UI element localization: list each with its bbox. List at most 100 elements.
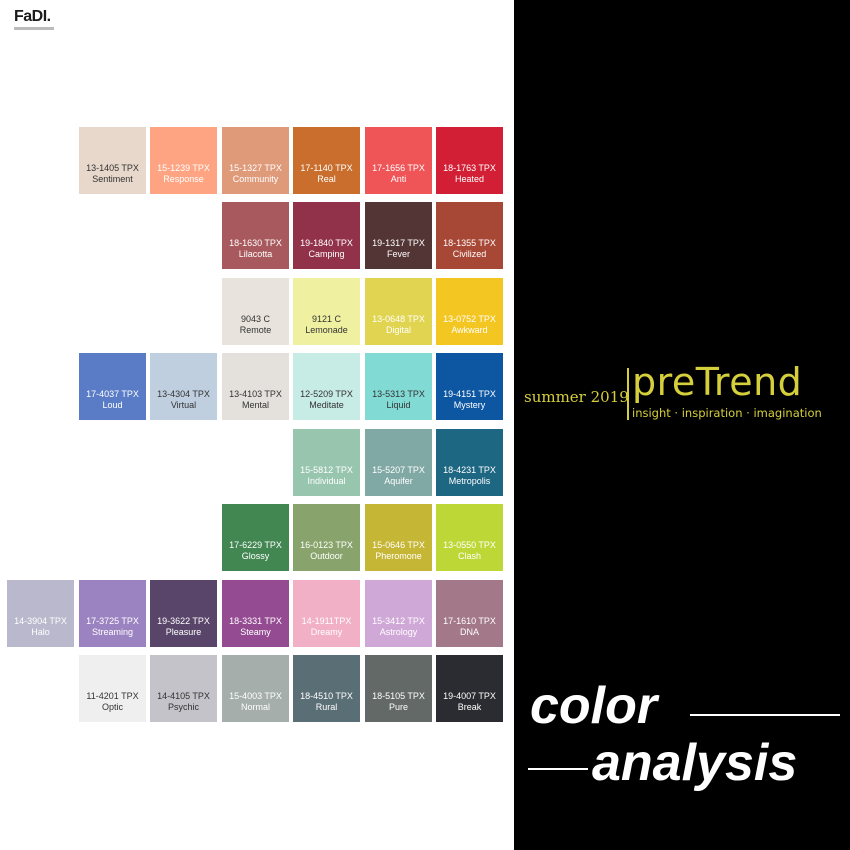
color-swatch: 9043 C Remote [222,278,289,345]
color-swatch: 19-4007 TPX Break [436,655,503,722]
title-line-2: analysis [592,734,798,792]
swatch-code: 19-4151 TPX [443,389,496,399]
color-swatch: 19-3622 TPX Pleasure [150,580,217,647]
color-swatch: 17-1656 TPX Anti [365,127,432,194]
swatch-code: 18-1630 TPX [229,238,282,248]
swatch-name: Sentiment [92,174,133,184]
fadi-logo: FaDI. [14,8,51,25]
color-swatch: 19-1840 TPX Camping [293,202,360,269]
swatch-code: 15-3412 TPX [372,616,425,626]
color-swatch: 18-1763 TPX Heated [436,127,503,194]
swatch-name: Digital [385,325,411,335]
swatch-name: Clash [457,551,481,561]
swatch-code: 17-1656 TPX [372,163,425,173]
swatch-code: 11-4201 TPX [86,691,139,701]
swatch-code: 14-4105 TPX [157,691,210,701]
swatch-code: 18-4231 TPX [443,465,496,475]
swatch-code: 15-5812 TPX [300,465,353,475]
swatch-name: Individual [307,476,346,486]
swatch-code: 15-0646 TPX [372,540,425,550]
swatch-code: 19-3622 TPX [157,616,210,626]
title-rule-top [690,714,840,716]
color-palette-panel: FaDI. 13-1405 TPX Sentiment 15-1239 TPX Res… [0,0,514,850]
brand-name: preTrend [632,360,803,404]
swatch-name: Response [163,174,204,184]
swatch-code: 13-5313 TPX [372,389,425,399]
swatch-name: Rural [315,702,338,712]
color-swatch: 18-1355 TPX Civilized [436,202,503,269]
color-swatch: 19-4151 TPX Mystery [436,353,503,420]
swatch-code: 18-4510 TPX [300,691,353,701]
color-swatch: 14-1911TPX Dreamy [293,580,360,647]
swatch-name: Normal [240,702,270,712]
swatch-name: Mystery [453,400,486,410]
season-label: summer 2019 [524,388,629,406]
swatch-name: Meditate [309,400,344,410]
swatch-name: Civilized [452,249,487,259]
swatch-name: Real [317,174,336,184]
swatch-name: Astrology [379,627,418,637]
color-swatch: 17-6229 TPX Glossy [222,504,289,571]
color-swatch: 17-1610 TPX DNA [436,580,503,647]
color-swatch: 17-1140 TPX Real [293,127,360,194]
swatch-code: 18-1763 TPX [443,163,496,173]
swatch-name: Loud [102,400,123,410]
swatch-name: Liquid [386,400,411,410]
color-swatch: 11-4201 TPX Optic [79,655,146,722]
swatch-name: Remote [239,325,272,335]
swatch-code: 17-3725 TPX [86,616,139,626]
swatch-code: 9121 C [311,314,342,324]
swatch-code: 18-3331 TPX [229,616,282,626]
swatch-name: Metropolis [448,476,491,486]
title-panel: summer 2019 preTrend insight · inspirati… [514,0,850,850]
swatch-name: Lemonade [305,325,348,335]
swatch-code: 13-0550 TPX [443,540,496,550]
color-swatch: 15-5207 TPX Aquifer [365,429,432,496]
color-swatch: 13-0752 TPX Awkward [436,278,503,345]
brand-divider [627,368,629,420]
color-swatch: 15-1239 TPX Response [150,127,217,194]
title-line-1: color [530,677,658,735]
color-swatch: 17-3725 TPX Streaming [79,580,146,647]
swatch-name: Glossy [241,551,270,561]
swatch-name: Psychic [167,702,199,712]
swatch-code: 13-1405 TPX [86,163,139,173]
color-swatch: 18-4231 TPX Metropolis [436,429,503,496]
swatch-code: 17-6229 TPX [229,540,282,550]
swatch-name: Outdoor [310,551,343,561]
swatch-code: 18-1355 TPX [443,238,496,248]
swatch-name: Optic [101,702,123,712]
swatch-code: 17-1610 TPX [443,616,496,626]
color-swatch: 15-4003 TPX Normal [222,655,289,722]
color-swatch: 9121 C Lemonade [293,278,360,345]
swatch-code: 15-1327 TPX [229,163,282,173]
color-swatch: 13-5313 TPX Liquid [365,353,432,420]
swatch-code: 19-1317 TPX [372,238,425,248]
color-swatch: 12-5209 TPX Meditate [293,353,360,420]
title-rule-bottom [528,768,588,770]
swatch-code: 15-4003 TPX [229,691,282,701]
swatch-code: 14-1911TPX [301,616,352,626]
color-swatch: 18-5105 TPX Pure [365,655,432,722]
brand-tagline: insight · inspiration · imagination [632,406,822,420]
color-swatch: 14-3904 TPX Halo [7,580,74,647]
swatch-name: Fever [386,249,410,259]
swatch-name: DNA [459,627,479,637]
color-swatch: 15-1327 TPX Community [222,127,289,194]
swatch-name: Steamy [240,627,271,637]
swatch-name: Lilacotta [238,249,273,259]
color-swatch: 18-1630 TPX Lilacotta [222,202,289,269]
swatch-code: 13-4103 TPX [229,389,282,399]
swatch-name: Pleasure [165,627,202,637]
color-swatch: 18-3331 TPX Steamy [222,580,289,647]
swatch-name: Community [232,174,279,184]
swatch-name: Awkward [451,325,488,335]
swatch-name: Streaming [91,627,134,637]
swatch-code: 17-4037 TPX [86,389,139,399]
swatch-code: 17-1140 TPX [300,163,353,173]
logo-tagline-graphic [14,27,54,30]
color-swatch: 19-1317 TPX Fever [365,202,432,269]
swatch-code: 15-1239 TPX [157,163,210,173]
color-swatch: 17-4037 TPX Loud [79,353,146,420]
color-swatch: 13-0648 TPX Digital [365,278,432,345]
